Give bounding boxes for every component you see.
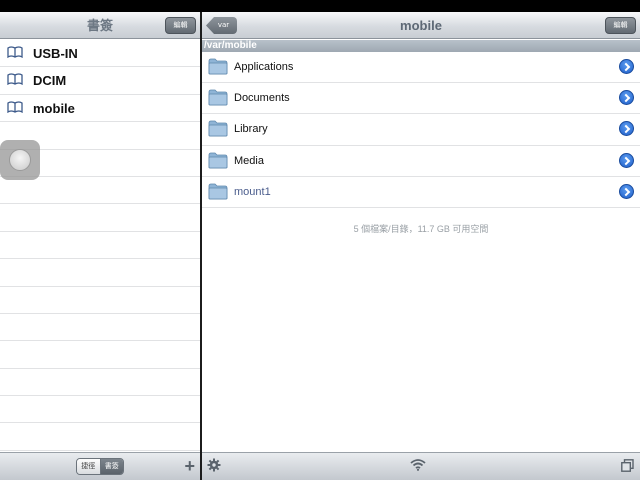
segment-shortcuts[interactable]: 捷徑 — [77, 459, 101, 474]
bookmark-label: mobile — [33, 100, 75, 116]
file-browser-pane: var mobile 編輯 /var/mobile Applications D… — [202, 12, 640, 480]
file-row-media[interactable]: Media — [202, 146, 640, 177]
bookmark-dcim[interactable]: DCIM — [0, 67, 200, 95]
status-bar — [0, 0, 640, 12]
empty-row — [0, 204, 200, 232]
disclosure-icon[interactable] — [619, 90, 634, 106]
file-name: Library — [234, 123, 268, 136]
assistive-touch-icon — [9, 149, 31, 171]
file-row-library[interactable]: Library — [202, 114, 640, 146]
folder-icon — [208, 89, 228, 106]
disclosure-icon[interactable] — [619, 59, 634, 74]
file-row-mount1[interactable]: mount1 — [202, 177, 640, 208]
folder-title: mobile — [400, 18, 442, 33]
storage-summary: 5 個檔案/目錄，11.7 GB 可用空間 — [353, 224, 489, 234]
bookmarks-edit-button[interactable]: 編輯 — [165, 17, 196, 34]
empty-row — [0, 396, 200, 424]
empty-row — [0, 369, 200, 397]
folder-icon — [208, 152, 228, 168]
file-nav-bar: var mobile 編輯 — [202, 12, 640, 39]
file-toolbar — [202, 452, 640, 480]
bookmark-usb-in[interactable]: USB-IN — [0, 40, 200, 68]
empty-row — [0, 177, 200, 205]
bookmarks-toolbar: 捷徑 書簽 + — [0, 452, 200, 480]
file-name: Applications — [234, 61, 294, 73]
bookmark-label: USB-IN — [33, 46, 78, 61]
file-name: Documents — [234, 92, 290, 105]
wifi-icon[interactable] — [410, 459, 426, 471]
folder-icon — [208, 120, 228, 137]
empty-row — [0, 232, 200, 260]
disclosure-icon[interactable] — [619, 152, 634, 168]
bookmark-label: DCIM — [33, 73, 67, 89]
bookmarks-pane: 書簽 編輯 USB-IN DCIM mobile 捷徑 書簽 + — [0, 12, 200, 480]
file-name: Media — [234, 154, 264, 167]
files-edit-button[interactable]: 編輯 — [605, 17, 636, 34]
view-segmented-control[interactable]: 捷徑 書簽 — [76, 458, 124, 475]
bookmark-mobile[interactable]: mobile — [0, 95, 200, 123]
empty-row — [0, 423, 200, 451]
empty-row — [0, 259, 200, 287]
path-bar: /var/mobile — [202, 40, 640, 52]
assistive-touch-button[interactable] — [0, 140, 40, 180]
empty-row — [0, 341, 200, 369]
file-row-applications[interactable]: Applications — [202, 52, 640, 84]
file-name: mount1 — [234, 185, 271, 198]
bookmarks-list: USB-IN DCIM mobile — [0, 40, 200, 451]
folder-icon — [208, 58, 228, 75]
segment-bookmarks[interactable]: 書簽 — [100, 459, 123, 474]
book-icon — [7, 73, 23, 86]
windows-icon[interactable] — [621, 459, 634, 472]
folder-icon — [208, 183, 228, 200]
gear-icon[interactable] — [207, 458, 221, 472]
empty-row — [0, 314, 200, 342]
disclosure-icon[interactable] — [619, 183, 634, 199]
empty-row — [0, 287, 200, 314]
bookmarks-nav-bar: 書簽 編輯 — [0, 12, 200, 39]
plus-icon[interactable]: + — [184, 456, 195, 476]
book-icon — [7, 101, 23, 113]
file-list: Applications Documents Library Media mou… — [202, 52, 640, 208]
file-row-documents[interactable]: Documents — [202, 83, 640, 115]
disclosure-icon[interactable] — [619, 121, 634, 137]
book-icon — [7, 46, 23, 58]
